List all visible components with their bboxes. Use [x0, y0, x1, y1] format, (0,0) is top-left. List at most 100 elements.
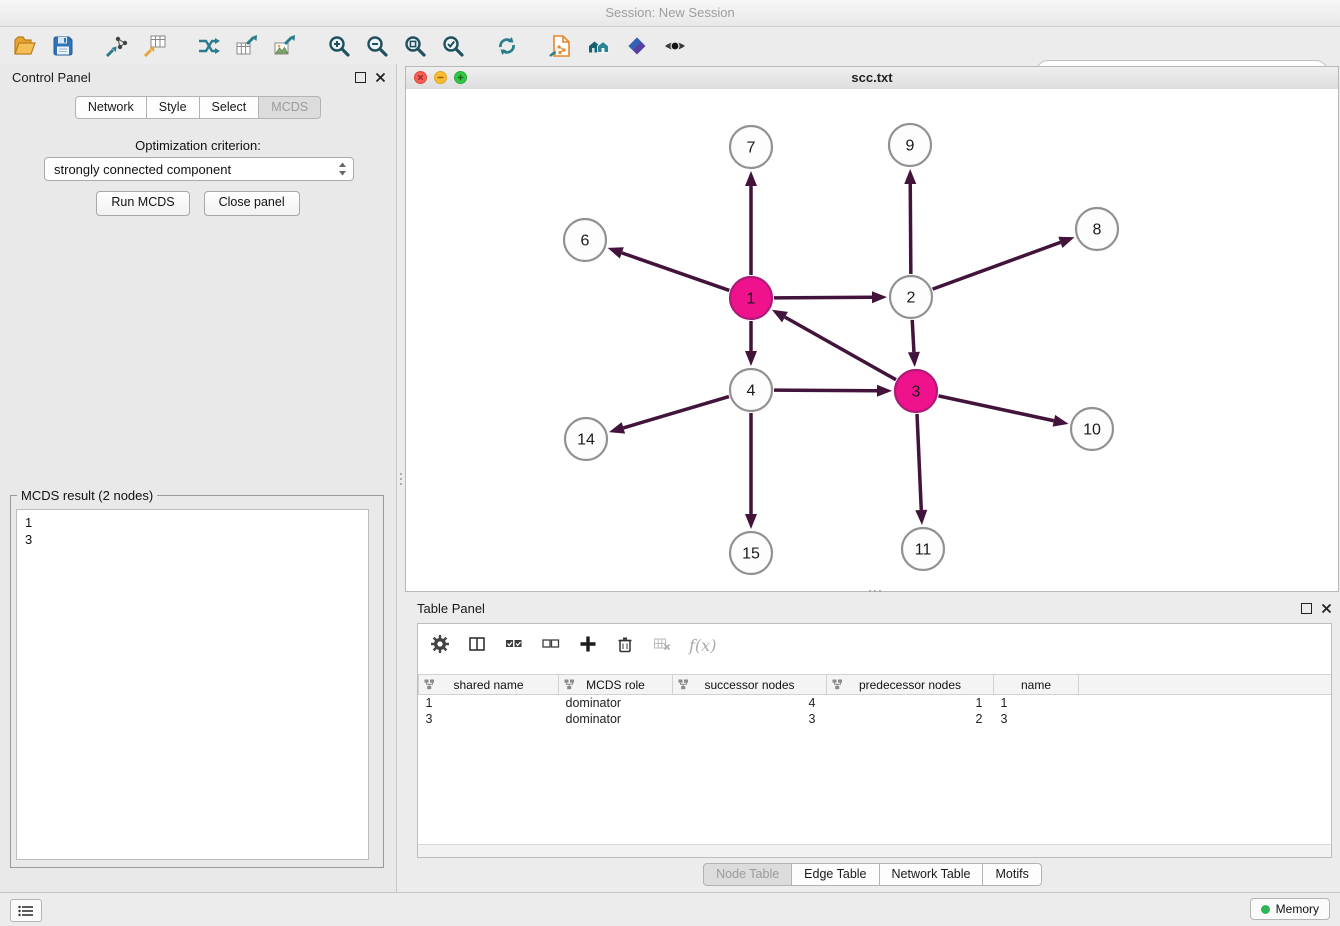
close-table-panel-icon[interactable]	[1321, 602, 1332, 617]
graph-edge-1-2[interactable]	[774, 297, 872, 298]
control-panel-title: Control Panel	[12, 70, 91, 85]
unselect-all-icon[interactable]	[541, 634, 561, 657]
column-header-name[interactable]: name	[994, 675, 1079, 695]
tab-edge-table[interactable]: Edge Table	[792, 863, 879, 886]
minimize-window-icon[interactable]	[434, 71, 447, 84]
zoom-out-icon[interactable]	[362, 31, 392, 61]
export-network-icon[interactable]	[194, 31, 224, 61]
import-table-icon[interactable]	[140, 31, 170, 61]
memory-label: Memory	[1276, 902, 1319, 916]
graph-edge-arrow	[915, 510, 927, 525]
import-network-icon[interactable]	[102, 31, 132, 61]
mcds-buttons: Run MCDS Close panel	[0, 191, 396, 216]
style-icon[interactable]	[622, 31, 652, 61]
cell-name[interactable]: 1	[994, 695, 1079, 712]
graph-edge-4-14[interactable]	[623, 397, 729, 428]
window-titlebar: Session: New Session	[0, 0, 1340, 27]
open-folder-icon[interactable]	[10, 31, 40, 61]
export-table-icon[interactable]	[232, 31, 262, 61]
graph-edge-arrow	[609, 422, 625, 434]
control-panel-tabs: Network Style Select MCDS	[0, 96, 396, 119]
horizontal-splitter-handle[interactable]	[858, 588, 892, 594]
cell-predecessor-nodes[interactable]: 1	[827, 695, 994, 712]
table-row[interactable]: 3 dominator 3 2 3	[419, 711, 1332, 727]
table-toolbar: f(x)	[418, 624, 1331, 666]
table-header-row: shared name MCDS role	[419, 675, 1332, 695]
criterion-dropdown[interactable]: strongly connected component	[44, 157, 354, 181]
tab-network[interactable]: Network	[75, 96, 147, 119]
graph-edge-arrow	[904, 169, 916, 184]
graph-edge-2-9[interactable]	[910, 184, 911, 274]
graph-edge-1-6[interactable]	[622, 253, 729, 291]
float-panel-icon[interactable]	[355, 72, 366, 83]
run-mcds-button[interactable]: Run MCDS	[96, 191, 189, 216]
settings-gear-icon[interactable]	[430, 634, 450, 657]
table-horizontal-scrollbar[interactable]	[418, 844, 1331, 857]
graph-edge-3-11[interactable]	[917, 414, 921, 510]
close-panel-button[interactable]: Close panel	[204, 191, 300, 216]
refresh-icon[interactable]	[492, 31, 522, 61]
list-icon	[18, 905, 34, 917]
first-neighbors-icon[interactable]	[584, 31, 614, 61]
network-graph[interactable]: 7968123414101511	[406, 89, 1338, 591]
delete-columns-icon	[652, 634, 672, 657]
graph-edge-arrow	[772, 310, 788, 323]
network-view-window: scc.txt 7968123414101511	[405, 66, 1339, 592]
tab-node-table[interactable]: Node Table	[703, 863, 792, 886]
mcds-result-group: MCDS result (2 nodes) 1 3	[10, 488, 384, 868]
zoom-window-icon[interactable]	[454, 71, 467, 84]
memory-button[interactable]: Memory	[1250, 898, 1330, 920]
graph-edge-arrow	[745, 351, 757, 366]
memory-status-icon	[1261, 905, 1270, 914]
eye-icon[interactable]	[660, 31, 690, 61]
node-table-container: f(x) shared name	[417, 623, 1332, 858]
float-table-panel-icon[interactable]	[1301, 603, 1312, 614]
column-header-shared-name[interactable]: shared name	[419, 675, 559, 695]
cell-mcds-role[interactable]: dominator	[559, 695, 673, 712]
status-bar: Memory	[0, 892, 1340, 926]
zoom-in-icon[interactable]	[324, 31, 354, 61]
tab-network-table[interactable]: Network Table	[880, 863, 984, 886]
tab-style[interactable]: Style	[147, 96, 200, 119]
zoom-fit-icon[interactable]	[400, 31, 430, 61]
column-header-predecessor-nodes[interactable]: predecessor nodes	[827, 675, 994, 695]
cell-predecessor-nodes[interactable]: 2	[827, 711, 994, 727]
cell-successor-nodes[interactable]: 4	[673, 695, 827, 712]
network-canvas[interactable]: 7968123414101511	[406, 89, 1338, 591]
select-all-icon[interactable]	[504, 634, 524, 657]
zoom-selected-icon[interactable]	[438, 31, 468, 61]
graph-edge-4-3[interactable]	[774, 390, 877, 391]
vertical-splitter-handle[interactable]	[398, 462, 404, 496]
cell-name[interactable]: 3	[994, 711, 1079, 727]
graph-node-label: 4	[747, 383, 756, 400]
cell-shared-name[interactable]: 1	[419, 695, 559, 712]
task-history-button[interactable]	[10, 899, 42, 922]
cell-successor-nodes[interactable]: 3	[673, 711, 827, 727]
result-item[interactable]: 1	[25, 514, 360, 531]
tab-mcds[interactable]: MCDS	[259, 96, 321, 119]
graph-edge-3-1[interactable]	[785, 317, 896, 380]
cell-shared-name[interactable]: 3	[419, 711, 559, 727]
close-window-icon[interactable]	[414, 71, 427, 84]
export-image-icon[interactable]	[270, 31, 300, 61]
tab-motifs[interactable]: Motifs	[983, 863, 1041, 886]
column-type-icon	[678, 679, 689, 693]
delete-row-icon[interactable]	[615, 634, 635, 657]
network-window-titlebar[interactable]: scc.txt	[406, 67, 1338, 90]
save-icon[interactable]	[48, 31, 78, 61]
cell-mcds-role[interactable]: dominator	[559, 711, 673, 727]
table-row[interactable]: 1 dominator 4 1 1	[419, 695, 1332, 712]
show-columns-icon[interactable]	[467, 634, 487, 657]
graph-edge-2-8[interactable]	[933, 242, 1061, 289]
mcds-result-list: 1 3	[16, 509, 369, 860]
column-header-mcds-role[interactable]: MCDS role	[559, 675, 673, 695]
network-file-icon[interactable]	[546, 31, 576, 61]
node-table: shared name MCDS role	[418, 674, 1331, 727]
add-row-icon[interactable]	[578, 634, 598, 657]
column-header-successor-nodes[interactable]: successor nodes	[673, 675, 827, 695]
close-panel-icon[interactable]	[375, 71, 386, 86]
graph-edge-3-10[interactable]	[938, 396, 1053, 421]
tab-select[interactable]: Select	[200, 96, 260, 119]
graph-edge-2-3[interactable]	[912, 320, 914, 352]
result-item[interactable]: 3	[25, 531, 360, 548]
